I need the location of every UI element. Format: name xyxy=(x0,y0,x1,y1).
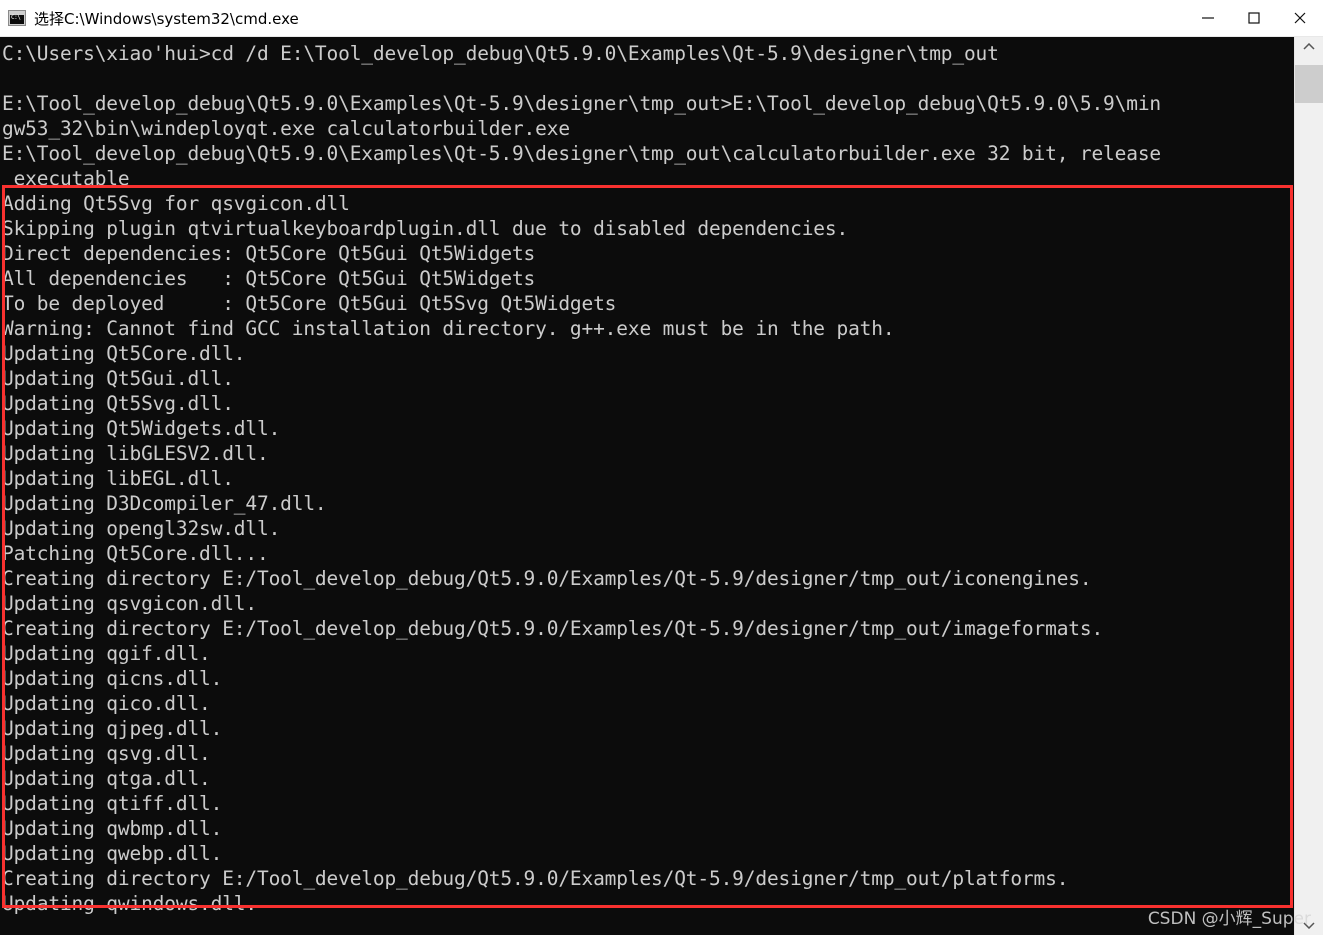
console-line: Updating opengl32sw.dll. xyxy=(2,517,281,540)
console-line: Creating directory E:/Tool_develop_debug… xyxy=(2,867,1069,890)
close-button[interactable] xyxy=(1277,0,1323,36)
csdn-watermark: CSDN @小辉_Super xyxy=(1147,909,1311,929)
console-line: Updating qtiff.dll. xyxy=(2,792,223,815)
console-line: Updating qjpeg.dll. xyxy=(2,717,223,740)
console-line: Updating qicns.dll. xyxy=(2,667,223,690)
console-line: E:\Tool_develop_debug\Qt5.9.0\Examples\Q… xyxy=(2,142,1161,165)
maximize-button[interactable] xyxy=(1231,0,1277,36)
scrollbar-thumb[interactable] xyxy=(1295,65,1323,103)
console-line: Updating qsvg.dll. xyxy=(2,742,211,765)
chevron-up-icon xyxy=(1303,43,1315,50)
console-line: Creating directory E:/Tool_develop_debug… xyxy=(2,567,1092,590)
cmd-window: 选择C:\Windows\system32\cmd.exe C:\Users xyxy=(0,0,1323,935)
window-controls xyxy=(1185,0,1323,36)
scroll-up-button[interactable] xyxy=(1295,37,1323,57)
console-output[interactable]: C:\Users\xiao'hui>cd /d E:\Tool_develop_… xyxy=(0,37,1294,935)
console-line: Direct dependencies: Qt5Core Qt5Gui Qt5W… xyxy=(2,242,536,265)
console-line: Adding Qt5Svg for qsvgicon.dll xyxy=(2,192,350,215)
console-line: Warning: Cannot find GCC installation di… xyxy=(2,317,895,340)
console-line: Updating qwbmp.dll. xyxy=(2,817,223,840)
console-line: Updating qico.dll. xyxy=(2,692,211,715)
console-line: Creating directory E:/Tool_develop_debug… xyxy=(2,617,1104,640)
console-line: Updating qgif.dll. xyxy=(2,642,211,665)
window-title: 选择C:\Windows\system32\cmd.exe xyxy=(34,9,299,28)
console-line: executable xyxy=(2,167,130,190)
console-line: C:\Users\xiao'hui>cd /d E:\Tool_develop_… xyxy=(2,42,999,65)
console-line: gw53_32\bin\windeployqt.exe calculatorbu… xyxy=(2,117,570,140)
console-line: Updating qsvgicon.dll. xyxy=(2,592,257,615)
console-line: To be deployed : Qt5Core Qt5Gui Qt5Svg Q… xyxy=(2,292,617,315)
console-scrollbar[interactable] xyxy=(1294,37,1323,935)
scrollbar-track[interactable] xyxy=(1295,57,1323,915)
cmd-console-icon xyxy=(8,10,26,26)
console-line: Skipping plugin qtvirtualkeyboardplugin.… xyxy=(2,217,849,240)
console-line: Updating Qt5Core.dll. xyxy=(2,342,246,365)
console-area[interactable]: C:\Users\xiao'hui>cd /d E:\Tool_develop_… xyxy=(0,37,1323,935)
console-line: All dependencies : Qt5Core Qt5Gui Qt5Wid… xyxy=(2,267,536,290)
title-bar[interactable]: 选择C:\Windows\system32\cmd.exe xyxy=(0,0,1323,37)
console-line: Updating D3Dcompiler_47.dll. xyxy=(2,492,327,515)
console-line: Updating libEGL.dll. xyxy=(2,467,234,490)
console-line: Patching Qt5Core.dll... xyxy=(2,542,269,565)
minimize-button[interactable] xyxy=(1185,0,1231,36)
console-line: Updating qwebp.dll. xyxy=(2,842,223,865)
console-line: Updating qwindows.dll. xyxy=(2,892,257,915)
console-line: Updating qtga.dll. xyxy=(2,767,211,790)
console-line: Updating Qt5Widgets.dll. xyxy=(2,417,281,440)
console-line: Updating Qt5Svg.dll. xyxy=(2,392,234,415)
console-line: E:\Tool_develop_debug\Qt5.9.0\Examples\Q… xyxy=(2,92,1161,115)
console-line: Updating libGLESV2.dll. xyxy=(2,442,269,465)
console-line: Updating Qt5Gui.dll. xyxy=(2,367,234,390)
